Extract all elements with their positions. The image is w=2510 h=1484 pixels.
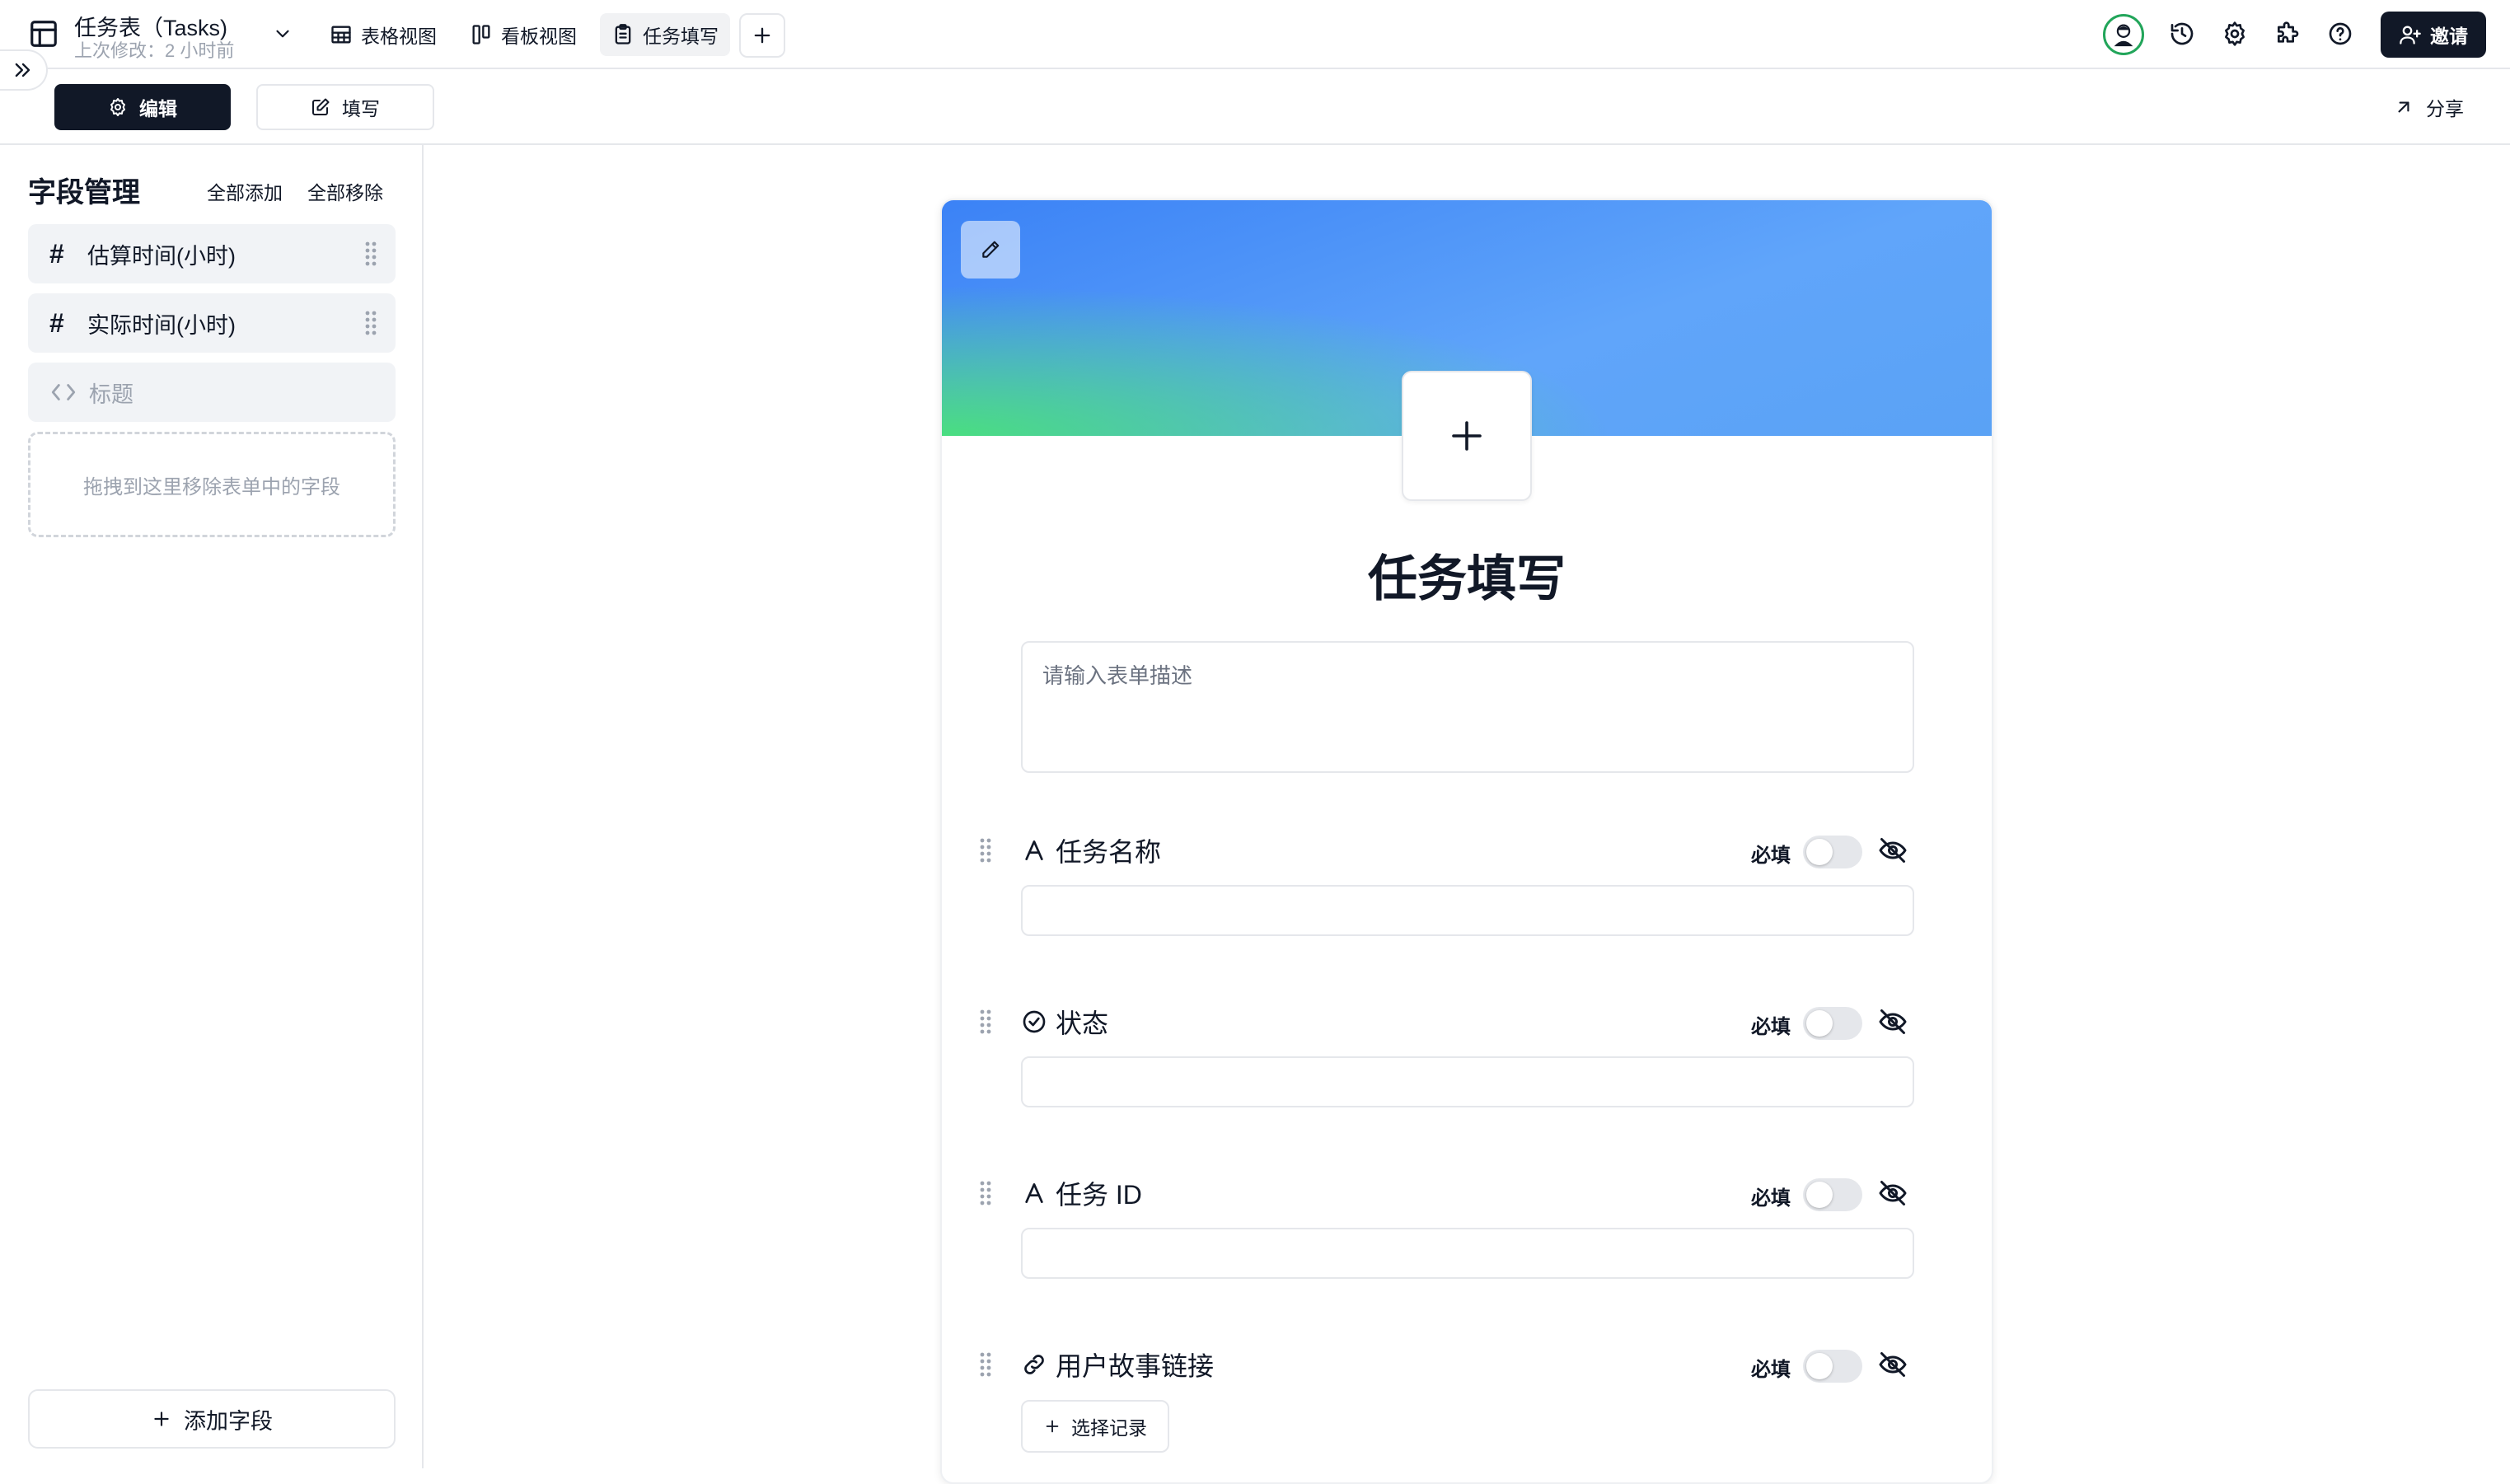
grid-table-icon [331,26,351,44]
arrow-up-right-icon [2398,101,2409,113]
chevron-down-icon[interactable] [272,23,293,44]
eye-off-icon[interactable] [1878,836,1908,865]
required-label: 必填 [1751,1187,1791,1210]
plus-icon [154,1411,169,1426]
question-label: 任务 ID [1056,1180,1142,1210]
tab-form-view[interactable]: 任务填写 [600,13,730,56]
link-icon [1024,1355,1044,1374]
question-label: 用户故事链接 [1056,1351,1215,1381]
question-task-name: 任务名称 [1021,834,1161,867]
plus-icon [1046,1420,1059,1433]
question-task-id: 任务 ID [1021,1177,1142,1210]
add-field-button[interactable]: 添加字段 [28,1389,396,1449]
add-logo-button[interactable] [1402,371,1532,501]
double-chevron-right-icon [15,63,30,77]
check-circle-icon [1023,1010,1046,1033]
fill-mode-button[interactable]: 填写 [256,84,434,130]
field-item-estimated-time[interactable]: # 估算时间(小时) [28,224,396,283]
edit-mode-button[interactable]: 编辑 [54,84,231,130]
fill-label: 填写 [342,98,380,119]
plus-icon [754,27,770,44]
table-icon [28,18,59,49]
dropzone-hint: 拖拽到这里移除表单中的字段 [83,475,340,499]
tab-label: 看板视图 [501,26,577,47]
tab-grid-view[interactable]: 表格视图 [318,13,448,56]
user-avatar[interactable] [2103,14,2144,55]
invite-button[interactable]: 邀请 [2381,12,2486,58]
number-hash-icon: # [49,307,64,338]
text-a-icon [1025,840,1043,860]
required-label: 必填 [1751,1359,1791,1381]
clipboard-form-icon [615,24,631,44]
field-panel-title: 字段管理 [28,177,140,208]
last-modified-text: 上次修改：2 小时前 [74,40,235,61]
invite-label: 邀请 [2430,26,2468,47]
drag-handle-icon[interactable] [979,1351,992,1378]
share-button[interactable]: 分享 [2393,91,2464,124]
required-toggle[interactable] [1803,836,1862,868]
number-hash-icon: # [49,238,64,269]
question-status: 状态 [1021,1005,1108,1038]
text-a-icon [1025,1183,1043,1203]
remove-all-fields-button[interactable]: 全部移除 [307,177,383,205]
edit-square-icon [312,98,330,115]
kanban-icon [472,25,490,44]
drag-handle-icon[interactable] [979,1180,992,1206]
share-label: 分享 [2426,98,2464,119]
required-label: 必填 [1751,845,1791,867]
edit-label: 编辑 [139,98,177,119]
add-all-fields-button[interactable]: 全部添加 [207,177,283,205]
field-item-title: 标题 [28,363,396,422]
tab-label: 表格视图 [361,26,437,47]
question-user-story-link: 用户故事链接 [1021,1348,1214,1381]
eye-off-icon[interactable] [1878,1350,1908,1379]
eye-off-icon[interactable] [1878,1178,1908,1208]
plus-icon [1452,421,1482,451]
drag-handle-icon[interactable] [364,310,377,336]
required-toggle[interactable] [1803,1350,1862,1383]
expand-sidebar-button[interactable] [0,49,48,91]
field-item-label: 标题 [89,382,133,407]
form-description-input[interactable] [1021,641,1914,773]
field-item-label: 估算时间(小时) [87,243,236,269]
drag-handle-icon[interactable] [979,1009,992,1035]
settings-gear-icon [110,98,125,116]
settings-gear-icon[interactable] [2219,18,2250,49]
status-select[interactable] [1021,1056,1914,1107]
history-icon[interactable] [2166,18,2198,49]
add-user-icon [2400,26,2421,44]
drag-handle-icon[interactable] [364,241,377,267]
task-id-input[interactable] [1021,1228,1914,1279]
add-field-label: 添加字段 [184,1408,273,1434]
tab-kanban-view[interactable]: 看板视图 [458,13,588,56]
required-toggle[interactable] [1803,1007,1862,1040]
code-brackets-icon [51,384,76,400]
puzzle-plugin-icon[interactable] [2272,18,2303,49]
pencil-icon [982,241,1000,258]
help-question-icon[interactable] [2325,18,2356,49]
form-title[interactable]: 任务填写 [940,539,1993,611]
select-record-button[interactable]: 选择记录 [1021,1400,1169,1453]
select-record-label: 选择记录 [1071,1417,1147,1439]
field-item-label: 实际时间(小时) [87,312,236,338]
field-item-actual-time[interactable]: # 实际时间(小时) [28,293,396,353]
tab-label: 任务填写 [643,26,719,47]
add-view-button[interactable] [739,13,785,58]
eye-off-icon[interactable] [1878,1007,1908,1037]
required-toggle[interactable] [1803,1178,1862,1211]
required-label: 必填 [1751,1016,1791,1038]
remove-field-dropzone[interactable]: 拖拽到这里移除表单中的字段 [28,432,396,537]
drag-handle-icon[interactable] [979,837,992,864]
task-name-input[interactable] [1021,885,1914,936]
question-label: 状态 [1056,1009,1109,1038]
question-label: 任务名称 [1056,837,1162,867]
edit-cover-button[interactable] [961,221,1020,279]
